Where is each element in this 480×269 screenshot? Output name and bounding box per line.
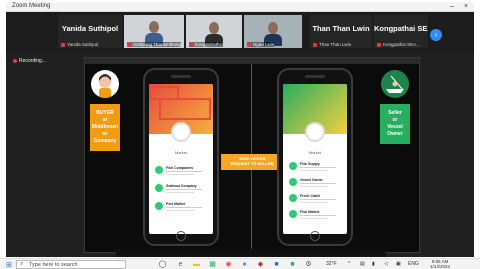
buyer-figure-icon	[99, 74, 111, 98]
muted-mic-icon	[61, 42, 65, 47]
participant-face	[268, 22, 278, 34]
list-item: Fish Market	[289, 208, 343, 222]
participant-tile[interactable]: Than Than Lwin Than Than Lwin	[310, 15, 372, 48]
fish-icon	[289, 194, 297, 202]
fish-icon	[289, 162, 297, 170]
participant-face	[149, 21, 159, 33]
participant-label: Kongpathai SEA...	[383, 42, 420, 47]
window-title: Zoom Meeting	[12, 3, 51, 9]
word-icon[interactable]: ■	[272, 260, 281, 269]
search-icon: ⌕	[20, 261, 24, 267]
list-item: Seafood Company	[155, 182, 209, 196]
tray-chevron-icon[interactable]: ^	[348, 261, 350, 267]
start-button[interactable]: ⊞	[6, 261, 12, 269]
fishing-boat-icon	[386, 75, 404, 93]
app-icon-bar	[116, 249, 386, 257]
taskbar-search-input[interactable]: ⌕ Type here to search	[16, 260, 126, 269]
participant-video[interactable]: Kongpatrathsi	[186, 15, 242, 48]
share-toolbar	[85, 58, 419, 64]
edge-icon[interactable]: e	[176, 260, 185, 269]
zoom-icon[interactable]: ●	[240, 260, 249, 269]
weather-label[interactable]: 32°F	[326, 261, 337, 267]
participant-tile[interactable]: Yanida Suthipol Yanida Suthipol	[58, 15, 122, 48]
participant-label: Than Than Lwin	[319, 42, 352, 47]
arrow-label: SEND ORDER REQUEST TO SELLER	[230, 156, 274, 166]
list-item: Port Market	[155, 200, 209, 214]
participant-label: Suttipong Thanamthong	[133, 42, 181, 47]
chrome-icon[interactable]: ◉	[224, 260, 233, 269]
muted-mic-icon	[127, 42, 131, 47]
recording-dot-icon	[13, 58, 17, 63]
phone-notch	[171, 75, 191, 78]
minimize-button[interactable]: –	[446, 2, 458, 12]
list-item: Fish Companies	[155, 164, 209, 178]
phone-notch	[305, 75, 325, 78]
phone-header-banner	[283, 84, 347, 142]
shared-screen[interactable]: BUYER or Middleman or Company Market Fis…	[84, 57, 420, 253]
phone-section-title: Market	[174, 150, 188, 155]
seller-phone-mockup: Market Fish Supply Vessel Owner Fresh Ca…	[277, 68, 353, 246]
home-button-icon	[176, 231, 186, 241]
excel-icon[interactable]: ■	[288, 260, 297, 269]
muted-mic-icon	[189, 42, 193, 47]
participant-label: Ngao Lwin	[253, 42, 275, 47]
settings-icon[interactable]: ⚙	[304, 260, 313, 269]
seller-avatar	[381, 70, 409, 98]
home-button-icon	[310, 231, 320, 241]
buyer-role-label: BUYER or Middleman or Company	[90, 104, 120, 151]
search-placeholder: Type here to search	[29, 262, 78, 268]
fish-icon	[155, 166, 163, 174]
participant-label: Kongpatrathsi	[195, 42, 223, 47]
muted-mic-icon	[377, 42, 381, 47]
language-indicator[interactable]: ENG	[408, 261, 419, 267]
task-view-icon[interactable]: ◯	[158, 260, 167, 269]
volume-icon[interactable]: ◁	[384, 261, 388, 267]
powerpoint-icon[interactable]: ◆	[256, 260, 265, 269]
recording-indicator: Recording...	[13, 58, 46, 64]
next-participants-button[interactable]: ›	[430, 29, 442, 41]
close-button[interactable]: ×	[460, 2, 472, 12]
clock-date: 1/13/2022	[430, 264, 451, 269]
phone-screen: Market Fish Supply Vessel Owner Fresh Ca…	[283, 84, 347, 234]
muted-mic-icon	[247, 42, 251, 47]
store-icon[interactable]: ▦	[208, 260, 217, 269]
phone-section-title: Market	[308, 150, 322, 155]
system-clock[interactable]: 9:55 AM 1/13/2022	[430, 259, 450, 269]
fish-icon	[289, 210, 297, 218]
muted-mic-icon	[313, 42, 317, 47]
network-icon[interactable]: ▤	[360, 261, 365, 267]
file-explorer-icon[interactable]: ▬	[192, 260, 201, 269]
list-item: Vessel Owner	[289, 176, 343, 190]
windows-taskbar: ⊞ ⌕ Type here to search ◯ e ▬ ▦ ◉ ● ◆ ■ …	[0, 258, 480, 269]
app-logo-icon	[305, 122, 325, 142]
participant-strip: Yanida Suthipol Yanida Suthipol Suttipon…	[6, 12, 474, 52]
participant-video[interactable]: Suttipong Thanamthong	[124, 15, 184, 48]
participant-name: Kongpathai SEA...	[374, 24, 428, 33]
participant-name: Than Than Lwin	[312, 24, 370, 33]
participant-label: Yanida Suthipol	[67, 42, 99, 47]
participant-face	[209, 22, 219, 34]
participant-name: Yanida Suthipol	[61, 24, 119, 33]
title-bar: Zoom Meeting – ×	[6, 2, 474, 12]
app-logo-icon	[171, 122, 191, 142]
highlight-box	[159, 98, 211, 120]
participant-video[interactable]: Ngao Lwin	[244, 15, 302, 48]
zoom-window: Zoom Meeting – × Yanida Suthipol Yanida …	[6, 2, 474, 257]
fish-icon	[155, 202, 163, 210]
recording-label: Recording...	[19, 58, 46, 64]
list-item: Fresh Catch	[289, 192, 343, 206]
app-tray-icon[interactable]: ▣	[396, 261, 401, 267]
buyer-avatar	[91, 70, 119, 98]
participant-tile[interactable]: Kongpathai SEA... Kongpathai SEA...	[374, 15, 428, 48]
fish-icon	[155, 184, 163, 192]
seller-role-label: Seller or Vessel Owner	[380, 104, 410, 144]
battery-icon[interactable]: ▮	[372, 261, 375, 267]
list-item: Fish Supply	[289, 160, 343, 174]
fish-icon	[289, 178, 297, 186]
